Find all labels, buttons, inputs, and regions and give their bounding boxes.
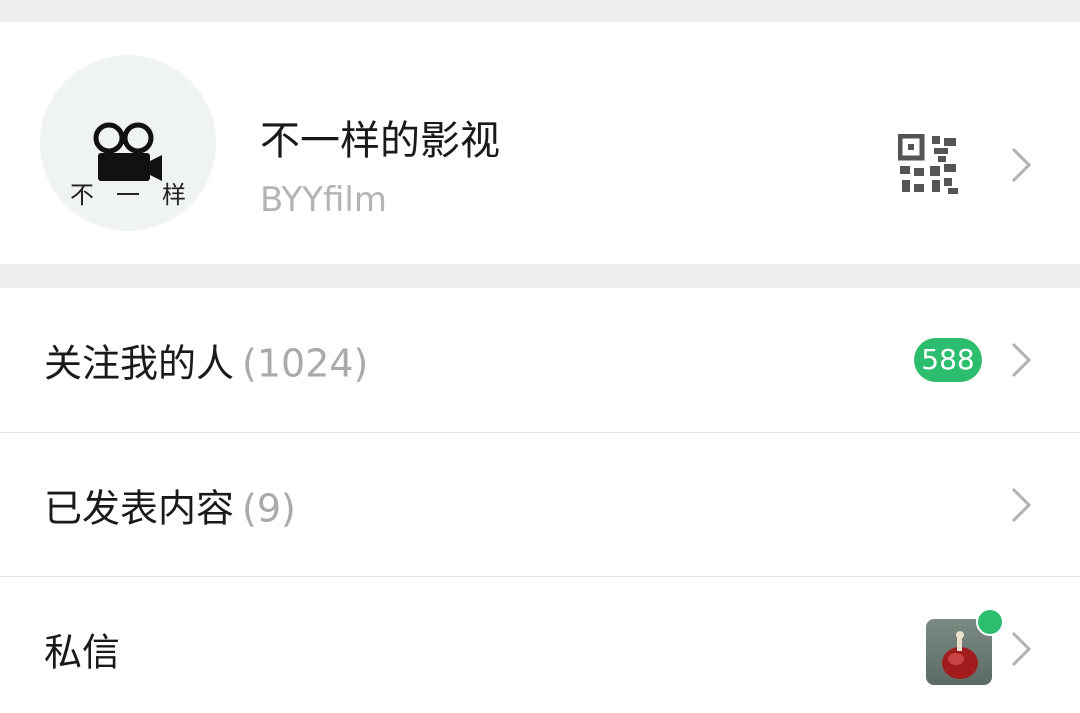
avatar[interactable]: 不一样 xyxy=(40,55,216,231)
chevron-right-icon xyxy=(1011,631,1032,667)
chevron-right-icon xyxy=(1011,147,1032,183)
new-followers-badge: 588 xyxy=(914,338,982,382)
messages-label: 私信 xyxy=(44,630,121,674)
avatar-text: 不一样 xyxy=(70,181,208,209)
menu-item-label: 私信 xyxy=(44,621,120,676)
profile-id: BYYfilm xyxy=(260,180,387,220)
menu-item-followers[interactable]: 关注我的人 (1024) 588 xyxy=(0,288,1080,432)
unread-dot xyxy=(976,608,1004,636)
menu-item-label: 已发表内容 (9) xyxy=(44,477,296,532)
followers-count: (1024) xyxy=(242,341,369,386)
published-count: (9) xyxy=(242,486,296,530)
chevron-right-icon xyxy=(1011,487,1032,523)
chevron-right-icon xyxy=(1011,342,1032,378)
menu-item-published[interactable]: 已发表内容 (9) xyxy=(0,432,1080,576)
menu-item-messages[interactable]: 私信 xyxy=(0,576,1080,713)
top-spacer xyxy=(0,0,1080,22)
qr-code-icon[interactable] xyxy=(898,134,960,196)
profile-name: 不一样的影视 xyxy=(260,118,500,164)
menu-item-label: 关注我的人 (1024) xyxy=(44,333,368,388)
section-spacer xyxy=(0,264,1080,288)
profile-card[interactable]: 不一样 不一样的影视 BYYfilm xyxy=(0,22,1080,264)
published-label: 已发表内容 xyxy=(44,486,235,530)
menu-list: 关注我的人 (1024) 588 已发表内容 (9) 私信 xyxy=(0,288,1080,713)
followers-label: 关注我的人 xyxy=(44,341,235,386)
